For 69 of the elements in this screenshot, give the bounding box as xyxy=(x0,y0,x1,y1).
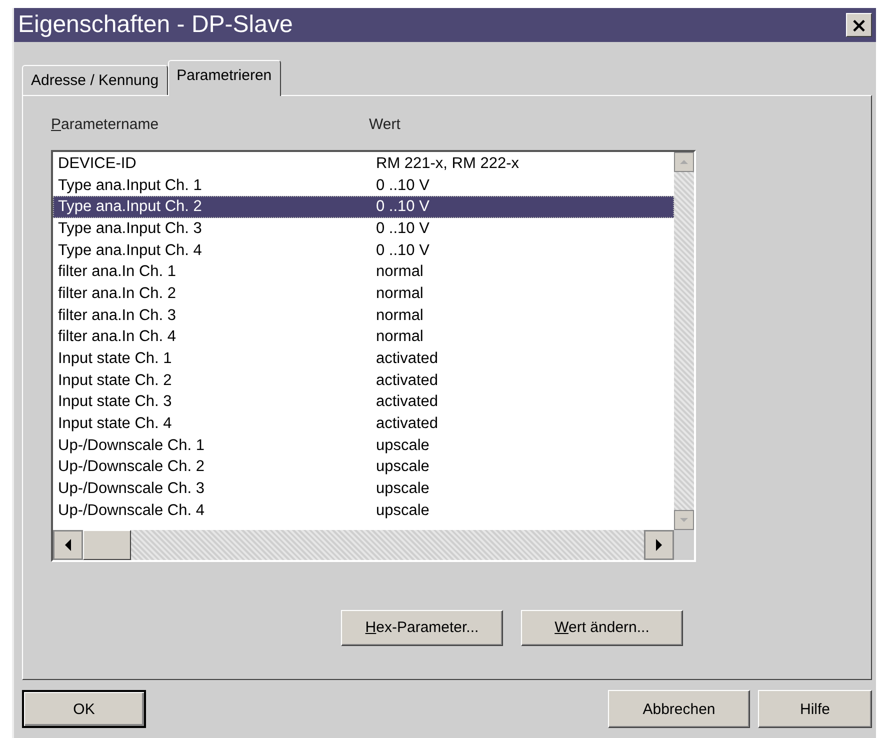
parameter-name: DEVICE-ID xyxy=(58,154,138,173)
parameter-value: 0 ..10 V xyxy=(376,220,430,238)
parameter-value: upscale xyxy=(376,502,430,520)
parameter-value: RM 221-x, RM 222-x xyxy=(376,154,519,173)
list-row[interactable]: Type ana.Input Ch. 4 0 ..10 V xyxy=(53,240,674,262)
parameter-name: Type ana.Input Ch. 2 xyxy=(58,198,203,216)
parameter-name: filter ana.In Ch. 3 xyxy=(58,306,178,325)
parameter-value: normal xyxy=(376,306,424,325)
panel-button[interactable]: Wert ändern... xyxy=(521,610,683,646)
scroll-right-icon[interactable] xyxy=(644,530,674,560)
list-row[interactable]: Type ana.Input Ch. 2 0 ..10 V xyxy=(53,196,674,218)
column-header: Wert xyxy=(369,116,400,135)
parameter-name: Up-/Downscale Ch. 4 xyxy=(58,502,206,520)
parameter-name: Input state Ch. 1 xyxy=(58,350,173,368)
list-row[interactable]: Input state Ch. 3 activated xyxy=(53,392,674,414)
horizontal-scrollbar[interactable] xyxy=(53,530,694,560)
parameter-name: Up-/Downscale Ch. 3 xyxy=(58,480,206,498)
dialog-button[interactable]: Abbrechen xyxy=(608,690,750,728)
parameter-value: upscale xyxy=(376,480,430,498)
list-row[interactable]: Up-/Downscale Ch. 3 upscale xyxy=(53,478,674,500)
dialog-button[interactable]: OK xyxy=(22,690,146,728)
parameter-name: Input state Ch. 3 xyxy=(58,393,173,412)
list-row[interactable]: Type ana.Input Ch. 3 0 ..10 V xyxy=(53,218,674,240)
parameter-name: filter ana.In Ch. 2 xyxy=(58,284,178,303)
panel-button[interactable]: Hex-Parameter... xyxy=(341,610,503,646)
parameter-value: normal xyxy=(376,263,424,282)
list-row[interactable]: DEVICE-ID RM 221-x, RM 222-x xyxy=(53,153,674,175)
list-row[interactable]: Up-/Downscale Ch. 2 upscale xyxy=(53,456,674,478)
parameter-name: Up-/Downscale Ch. 2 xyxy=(58,458,206,476)
parameter-value: activated xyxy=(376,372,438,390)
parameter-name: Up-/Downscale Ch. 1 xyxy=(58,436,206,455)
parameter-value: normal xyxy=(376,284,424,303)
list-row[interactable]: filter ana.In Ch. 2 normal xyxy=(53,283,674,305)
parameter-value: 0 ..10 V xyxy=(376,176,430,195)
column-header: Parametername xyxy=(51,116,160,135)
close-button[interactable]: × xyxy=(846,13,872,37)
parameter-name: Type ana.Input Ch. 1 xyxy=(58,176,203,195)
scroll-down-icon[interactable] xyxy=(674,510,694,530)
dialog-button[interactable]: Hilfe xyxy=(758,690,872,728)
tab[interactable]: Parametrieren xyxy=(168,60,281,96)
list-row[interactable]: filter ana.In Ch. 1 normal xyxy=(53,261,674,284)
list-row[interactable]: Input state Ch. 4 activated xyxy=(53,413,674,435)
vertical-scrollbar[interactable] xyxy=(674,152,694,530)
parameter-name: Input state Ch. 4 xyxy=(58,415,173,434)
parameter-value: normal xyxy=(376,328,424,346)
parameter-value: 0 ..10 V xyxy=(376,242,430,260)
list-row[interactable]: Up-/Downscale Ch. 4 upscale xyxy=(53,500,674,522)
parameter-name: Type ana.Input Ch. 4 xyxy=(58,242,203,260)
parameter-name: filter ana.In Ch. 1 xyxy=(58,263,178,282)
list-row[interactable]: Input state Ch. 2 activated xyxy=(53,370,674,392)
parameter-value: upscale xyxy=(376,458,430,476)
parameter-value: activated xyxy=(376,393,438,412)
parameter-name: filter ana.In Ch. 4 xyxy=(58,328,178,346)
parameter-value: activated xyxy=(376,350,438,368)
parameter-value: 0 ..10 V xyxy=(376,198,430,216)
list-row[interactable]: Input state Ch. 1 activated xyxy=(53,348,674,370)
list-row[interactable]: filter ana.In Ch. 4 normal xyxy=(53,326,674,348)
list-row[interactable]: Up-/Downscale Ch. 1 upscale xyxy=(53,434,674,457)
window-title: Eigenschaften - DP-Slave xyxy=(18,11,293,39)
parameter-value: upscale xyxy=(376,436,430,455)
scroll-left-icon[interactable] xyxy=(53,530,83,560)
parameter-name: Input state Ch. 2 xyxy=(58,372,173,390)
parameter-value: activated xyxy=(376,415,438,434)
list-row[interactable]: filter ana.In Ch. 3 normal xyxy=(53,304,674,326)
scroll-up-icon[interactable] xyxy=(674,152,694,172)
scroll-thumb[interactable] xyxy=(83,530,131,560)
list-row[interactable]: Type ana.Input Ch. 1 0 ..10 V xyxy=(53,174,674,196)
parameter-name: Type ana.Input Ch. 3 xyxy=(58,220,203,238)
tab[interactable]: Adresse / Kennung xyxy=(22,65,168,95)
